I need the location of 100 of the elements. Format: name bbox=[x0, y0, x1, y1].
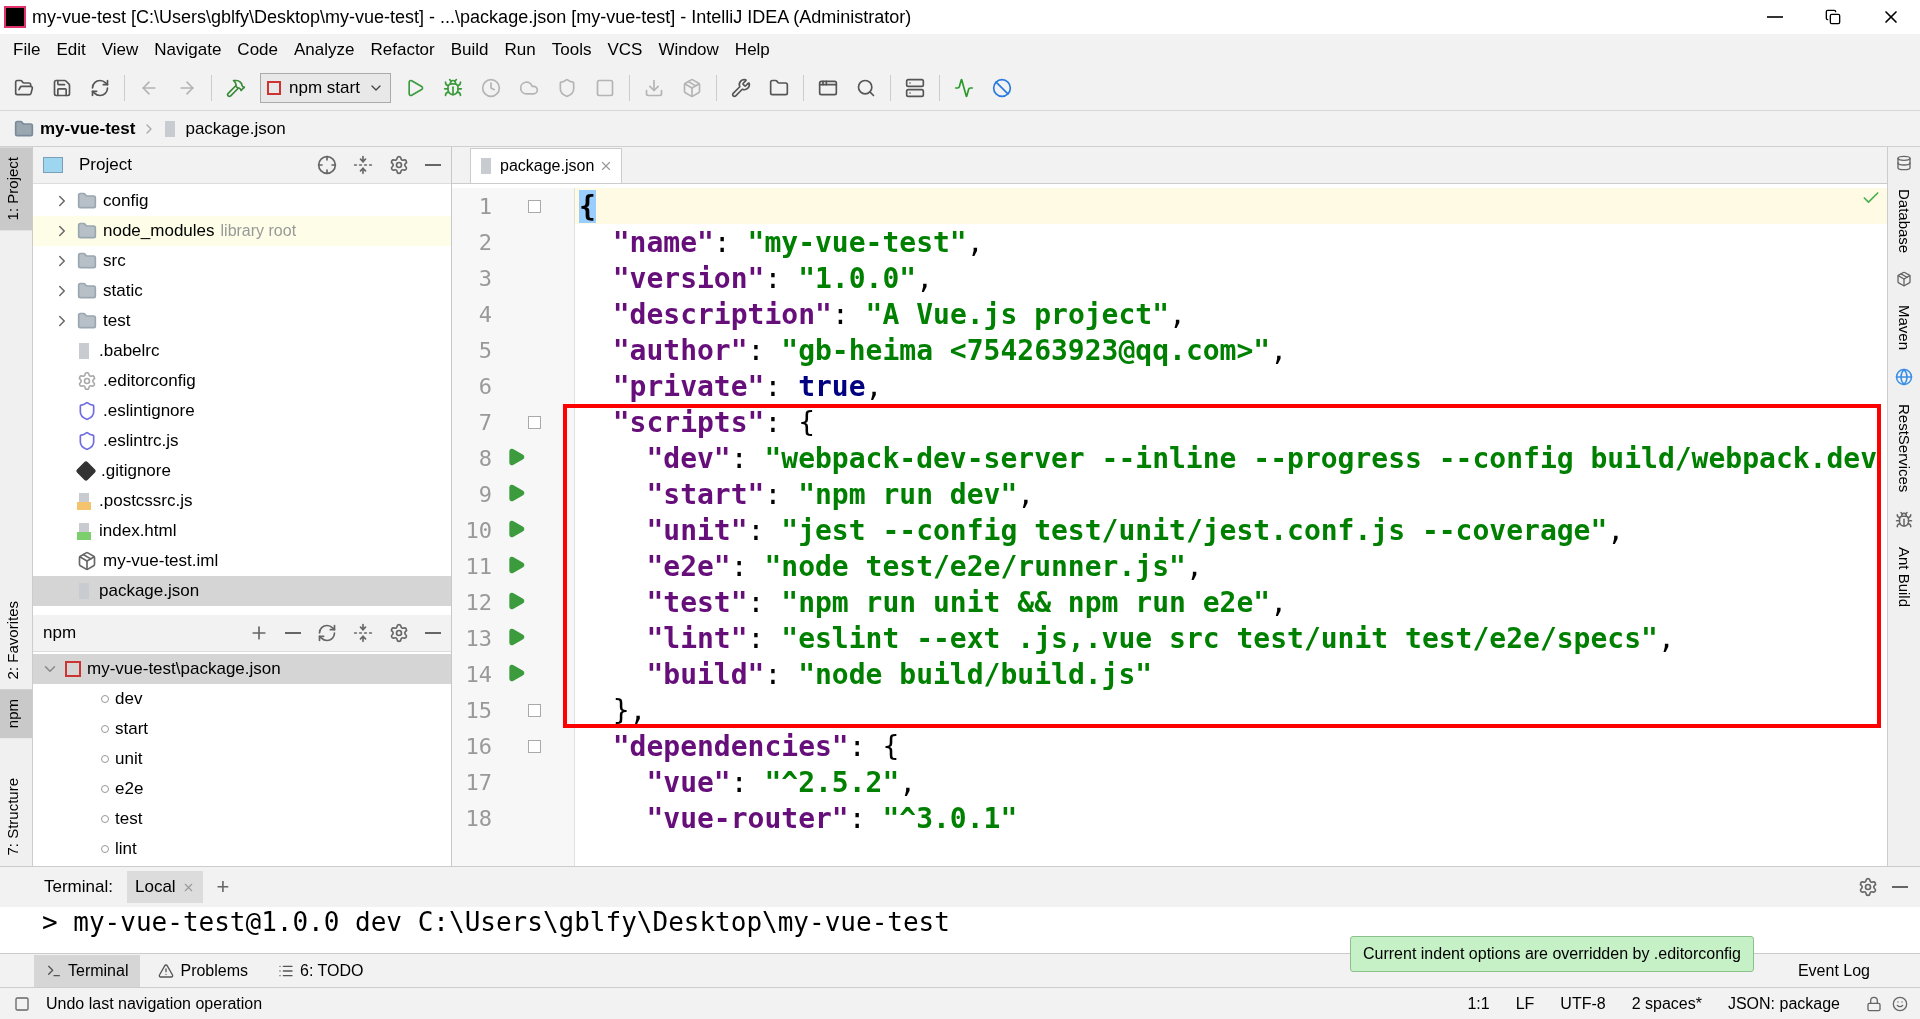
collapse-all-icon bbox=[353, 623, 373, 643]
folder-icon bbox=[77, 281, 97, 301]
tool-window-tab[interactable]: 7: Structure bbox=[0, 768, 32, 866]
npm-tree-item[interactable]: start bbox=[33, 714, 451, 744]
menu-item[interactable]: Navigate bbox=[147, 40, 229, 60]
run-icon bbox=[506, 591, 526, 611]
menu-item[interactable]: Build bbox=[443, 40, 496, 60]
code-line: "build": "node build/build.js" bbox=[563, 656, 1881, 692]
settings-icon bbox=[389, 623, 409, 643]
fold-icon[interactable] bbox=[528, 703, 541, 717]
server-icon bbox=[904, 78, 925, 98]
code-line: "version": "1.0.0", bbox=[611, 260, 935, 296]
line-number: 1 bbox=[477, 193, 492, 219]
code-line: "dependencies": { bbox=[611, 728, 901, 764]
tool-window-tab[interactable]: Maven bbox=[1895, 305, 1913, 351]
project-tree-item[interactable]: .gitignore bbox=[33, 456, 451, 486]
code-line: "unit": "jest --config test/unit/jest.conf.js --coverage", bbox=[563, 512, 1881, 548]
project-tree-item[interactable]: .eslintrc.js bbox=[33, 426, 451, 456]
status-item[interactable]: LF bbox=[1515, 994, 1535, 1013]
file-icon bbox=[77, 492, 93, 510]
line-number: 4 bbox=[477, 301, 492, 327]
code-line: "test": "npm run unit && npm run e2e", bbox=[563, 584, 1881, 620]
npm-tree-item[interactable]: dev bbox=[33, 684, 451, 714]
menu-item[interactable]: Code bbox=[230, 40, 285, 60]
refresh-icon bbox=[90, 78, 110, 98]
menu-item[interactable]: Help bbox=[727, 40, 777, 60]
line-number: 15 bbox=[464, 697, 492, 723]
event-log-button[interactable]: Event Log bbox=[1797, 961, 1870, 980]
line-number: 18 bbox=[464, 805, 492, 831]
menu-item[interactable]: File bbox=[6, 40, 48, 60]
code-line: "vue": "^2.5.2", bbox=[645, 764, 918, 800]
menu-item[interactable]: Tools bbox=[544, 40, 599, 60]
new-tab-button[interactable]: + bbox=[216, 874, 230, 900]
project-tree-item[interactable]: src bbox=[33, 246, 451, 276]
fold-icon[interactable] bbox=[528, 199, 541, 213]
project-tree-item[interactable]: .editorconfig bbox=[33, 366, 451, 396]
tool-window-tab[interactable]: Database bbox=[1895, 189, 1913, 254]
project-tree-item[interactable]: .eslintignore bbox=[33, 396, 451, 426]
tool-window-tab[interactable]: Ant Build bbox=[1895, 546, 1913, 607]
debug-icon bbox=[442, 78, 463, 98]
tool-tab[interactable]: Terminal bbox=[34, 954, 141, 987]
tool-window-tab[interactable]: npm bbox=[0, 689, 32, 739]
download-icon bbox=[643, 78, 664, 98]
fold-icon[interactable] bbox=[528, 739, 541, 753]
line-number: 14 bbox=[464, 661, 492, 687]
tool-window-tab[interactable]: 2: Favorites bbox=[0, 590, 32, 690]
project-tree-item[interactable]: test bbox=[33, 306, 451, 336]
breadcrumb-item[interactable]: my-vue-test bbox=[40, 118, 136, 139]
save-icon bbox=[52, 78, 72, 98]
tool-tab[interactable]: Problems bbox=[146, 954, 261, 987]
status-item[interactable]: UTF-8 bbox=[1560, 994, 1606, 1013]
line-number: 10 bbox=[464, 517, 492, 543]
breadcrumb-item[interactable]: package.json bbox=[185, 118, 286, 139]
run-config-dropdown[interactable]: npm start bbox=[260, 73, 391, 103]
code-line: }, bbox=[563, 692, 1881, 728]
editor-tab[interactable]: package.json bbox=[470, 148, 623, 183]
monitor-icon bbox=[953, 78, 974, 98]
code-line: "author": "gb-heima <754263923@qq.com>", bbox=[611, 332, 1289, 368]
project-tree-item[interactable]: static bbox=[33, 276, 451, 306]
line-number: 7 bbox=[477, 409, 492, 435]
project-tree-item[interactable]: package.json bbox=[33, 576, 451, 606]
fold-icon[interactable] bbox=[528, 415, 541, 429]
project-tree-item[interactable]: index.html bbox=[33, 516, 451, 546]
tool-tab[interactable]: 6: TODO bbox=[266, 954, 376, 987]
project-tree-item[interactable]: node_modules library root bbox=[33, 216, 451, 246]
line-number: 8 bbox=[477, 445, 492, 471]
project-tree-item[interactable]: .babelrc bbox=[33, 336, 451, 366]
tool-window-tab[interactable]: RestServices bbox=[1895, 404, 1913, 493]
panel-title[interactable]: Project bbox=[79, 155, 301, 175]
code-line: "e2e": "node test/e2e/runner.js", bbox=[563, 548, 1881, 584]
line-number: 12 bbox=[464, 589, 492, 615]
status-item[interactable]: JSON: package bbox=[1727, 994, 1840, 1013]
run-icon bbox=[506, 447, 526, 467]
menu-item[interactable]: Edit bbox=[49, 40, 93, 60]
menu-item[interactable]: VCS bbox=[600, 40, 650, 60]
window-title: my-vue-test [C:\Users\gblfy\Desktop\my-vue-test] - ...\package.json [my-vue-test] - IntelliJ IDEA (Administrator) bbox=[32, 6, 913, 28]
npm-tree-item[interactable]: unit bbox=[33, 744, 451, 774]
menu-item[interactable]: Analyze bbox=[287, 40, 362, 60]
line-number: 17 bbox=[464, 769, 492, 795]
session-tab[interactable]: Local bbox=[126, 871, 203, 903]
menu-item[interactable]: Window bbox=[651, 40, 726, 60]
line-number: 5 bbox=[477, 337, 492, 363]
project-tree-item[interactable]: config bbox=[33, 186, 451, 216]
project-tree-item[interactable]: .postcssrc.js bbox=[33, 486, 451, 516]
package-icon bbox=[1896, 271, 1912, 288]
run-icon bbox=[506, 627, 526, 647]
tool-window-tab[interactable]: 1: Project bbox=[0, 147, 32, 231]
status-item[interactable]: 2 spaces* bbox=[1631, 994, 1702, 1013]
npm-tree-item[interactable]: my-vue-test\package.json bbox=[33, 654, 451, 684]
npm-tree-item[interactable]: e2e bbox=[33, 774, 451, 804]
status-item[interactable]: 1:1 bbox=[1467, 994, 1490, 1013]
window-icon bbox=[817, 78, 838, 98]
face-icon bbox=[1892, 995, 1908, 1012]
npm-tree-item[interactable]: test bbox=[33, 804, 451, 834]
menu-item[interactable]: View bbox=[94, 40, 146, 60]
menu-item[interactable]: Refactor bbox=[363, 40, 442, 60]
project-tree-item[interactable]: my-vue-test.iml bbox=[33, 546, 451, 576]
run-icon bbox=[506, 519, 526, 539]
menu-item[interactable]: Run bbox=[497, 40, 543, 60]
npm-tree-item[interactable]: lint bbox=[33, 834, 451, 864]
